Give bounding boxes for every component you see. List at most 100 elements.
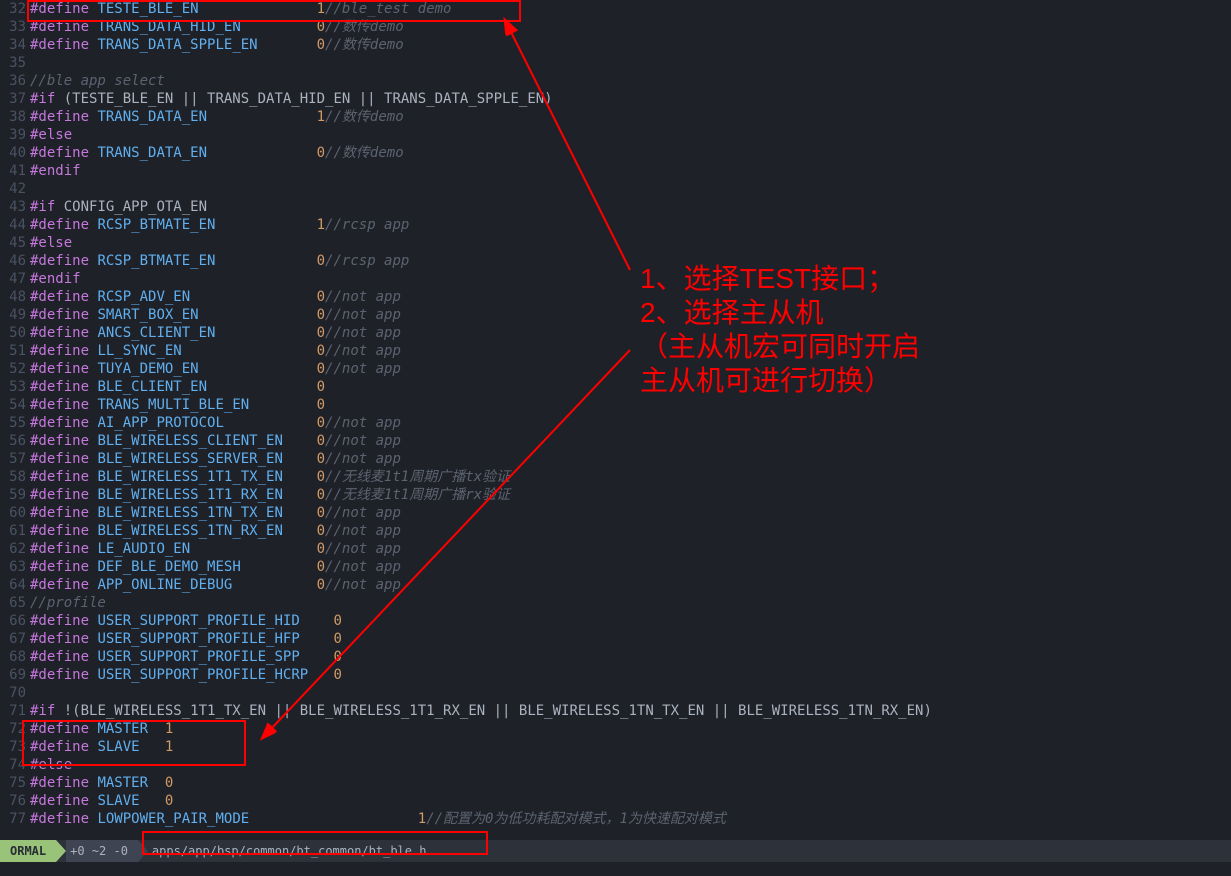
line-number: 34 [0,36,30,54]
code-line[interactable]: 74#else [0,756,1231,774]
code-line[interactable]: 73#define SLAVE 1 [0,738,1231,756]
code-line[interactable]: 33#define TRANS_DATA_HID_EN 0//数传demo [0,18,1231,36]
code-line[interactable]: 51#define LL_SYNC_EN 0//not app [0,342,1231,360]
code-content[interactable]: #define USER_SUPPORT_PROFILE_HID 0 [30,612,1231,630]
code-content[interactable]: #define TUYA_DEMO_EN 0//not app [30,360,1231,378]
code-content[interactable]: #endif [30,162,1231,180]
code-editor[interactable]: 32#define TESTE_BLE_EN 1//ble_test demo3… [0,0,1231,876]
line-number: 52 [0,360,30,378]
code-line[interactable]: 72#define MASTER 1 [0,720,1231,738]
code-content[interactable]: #define TRANS_MULTI_BLE_EN 0 [30,396,1231,414]
code-content[interactable]: #define LOWPOWER_PAIR_MODE 1//配置为0为低功耗配对… [30,810,1231,828]
code-content[interactable]: #define USER_SUPPORT_PROFILE_SPP 0 [30,648,1231,666]
code-line[interactable]: 64#define APP_ONLINE_DEBUG 0//not app [0,576,1231,594]
code-content[interactable]: #define BLE_WIRELESS_SERVER_EN 0//not ap… [30,450,1231,468]
code-line[interactable]: 55#define AI_APP_PROTOCOL 0//not app [0,414,1231,432]
code-content[interactable]: #define TRANS_DATA_EN 1//数传demo [30,108,1231,126]
line-number: 70 [0,684,30,702]
code-line[interactable]: 61#define BLE_WIRELESS_1TN_RX_EN 0//not … [0,522,1231,540]
code-content[interactable]: #define BLE_WIRELESS_1TN_RX_EN 0//not ap… [30,522,1231,540]
code-line[interactable]: 75#define MASTER 0 [0,774,1231,792]
code-content[interactable]: #define BLE_WIRELESS_CLIENT_EN 0//not ap… [30,432,1231,450]
code-line[interactable]: 71#if !(BLE_WIRELESS_1T1_TX_EN || BLE_WI… [0,702,1231,720]
code-line[interactable]: 59#define BLE_WIRELESS_1T1_RX_EN 0//无线麦1… [0,486,1231,504]
code-line[interactable]: 36//ble app select [0,72,1231,90]
code-content[interactable]: #define RCSP_BTMATE_EN 1//rcsp app [30,216,1231,234]
code-content[interactable]: #if CONFIG_APP_OTA_EN [30,198,1231,216]
code-content[interactable]: #define DEF_BLE_DEMO_MESH 0//not app [30,558,1231,576]
code-line[interactable]: 47#endif [0,270,1231,288]
code-line[interactable]: 37#if (TESTE_BLE_EN || TRANS_DATA_HID_EN… [0,90,1231,108]
code-content[interactable] [30,684,1231,702]
code-line[interactable]: 44#define RCSP_BTMATE_EN 1//rcsp app [0,216,1231,234]
code-line[interactable]: 67#define USER_SUPPORT_PROFILE_HFP 0 [0,630,1231,648]
code-line[interactable]: 77#define LOWPOWER_PAIR_MODE 1//配置为0为低功耗… [0,810,1231,828]
code-content[interactable]: #define BLE_WIRELESS_1T1_TX_EN 0//无线麦1t1… [30,468,1231,486]
code-line[interactable]: 46#define RCSP_BTMATE_EN 0//rcsp app [0,252,1231,270]
code-line[interactable]: 76#define SLAVE 0 [0,792,1231,810]
code-content[interactable]: #if (TESTE_BLE_EN || TRANS_DATA_HID_EN |… [30,90,1231,108]
code-content[interactable]: //profile [30,594,1231,612]
code-content[interactable]: #define RCSP_BTMATE_EN 0//rcsp app [30,252,1231,270]
code-line[interactable]: 32#define TESTE_BLE_EN 1//ble_test demo [0,0,1231,18]
code-line[interactable]: 50#define ANCS_CLIENT_EN 0//not app [0,324,1231,342]
code-content[interactable]: #define SLAVE 1 [30,738,1231,756]
code-content[interactable]: #define BLE_WIRELESS_1T1_RX_EN 0//无线麦1t1… [30,486,1231,504]
code-content[interactable]: #else [30,234,1231,252]
code-content[interactable]: #define TRANS_DATA_SPPLE_EN 0//数传demo [30,36,1231,54]
code-line[interactable]: 52#define TUYA_DEMO_EN 0//not app [0,360,1231,378]
code-content[interactable]: #define RCSP_ADV_EN 0//not app [30,288,1231,306]
code-content[interactable]: #define USER_SUPPORT_PROFILE_HFP 0 [30,630,1231,648]
code-line[interactable]: 34#define TRANS_DATA_SPPLE_EN 0//数传demo [0,36,1231,54]
line-number: 32 [0,0,30,18]
code-line[interactable]: 40#define TRANS_DATA_EN 0//数传demo [0,144,1231,162]
code-content[interactable]: #if !(BLE_WIRELESS_1T1_TX_EN || BLE_WIRE… [30,702,1231,720]
code-line[interactable]: 53#define BLE_CLIENT_EN 0 [0,378,1231,396]
code-content[interactable] [30,180,1231,198]
code-line[interactable]: 54#define TRANS_MULTI_BLE_EN 0 [0,396,1231,414]
status-git: +0 ~2 -0 [66,840,138,862]
code-content[interactable]: #define SLAVE 0 [30,792,1231,810]
code-line[interactable]: 70 [0,684,1231,702]
code-content[interactable]: #define TRANS_DATA_HID_EN 0//数传demo [30,18,1231,36]
code-line[interactable]: 41#endif [0,162,1231,180]
code-line[interactable]: 58#define BLE_WIRELESS_1T1_TX_EN 0//无线麦1… [0,468,1231,486]
code-line[interactable]: 62#define LE_AUDIO_EN 0//not app [0,540,1231,558]
code-content[interactable]: #define LL_SYNC_EN 0//not app [30,342,1231,360]
code-content[interactable]: #define ANCS_CLIENT_EN 0//not app [30,324,1231,342]
code-content[interactable]: #define AI_APP_PROTOCOL 0//not app [30,414,1231,432]
code-content[interactable]: //ble app select [30,72,1231,90]
code-content[interactable]: #define MASTER 1 [30,720,1231,738]
code-line[interactable]: 42 [0,180,1231,198]
code-content[interactable]: #define TRANS_DATA_EN 0//数传demo [30,144,1231,162]
code-line[interactable]: 48#define RCSP_ADV_EN 0//not app [0,288,1231,306]
code-line[interactable]: 57#define BLE_WIRELESS_SERVER_EN 0//not … [0,450,1231,468]
code-line[interactable]: 35 [0,54,1231,72]
code-area[interactable]: 32#define TESTE_BLE_EN 1//ble_test demo3… [0,0,1231,840]
code-content[interactable]: #define BLE_WIRELESS_1TN_TX_EN 0//not ap… [30,504,1231,522]
line-number: 62 [0,540,30,558]
code-line[interactable]: 65//profile [0,594,1231,612]
code-line[interactable]: 38#define TRANS_DATA_EN 1//数传demo [0,108,1231,126]
code-content[interactable]: #else [30,126,1231,144]
code-line[interactable]: 69#define USER_SUPPORT_PROFILE_HCRP 0 [0,666,1231,684]
code-line[interactable]: 39#else [0,126,1231,144]
code-line[interactable]: 68#define USER_SUPPORT_PROFILE_SPP 0 [0,648,1231,666]
code-content[interactable]: #define SMART_BOX_EN 0//not app [30,306,1231,324]
code-content[interactable]: #define MASTER 0 [30,774,1231,792]
code-content[interactable]: #define USER_SUPPORT_PROFILE_HCRP 0 [30,666,1231,684]
code-content[interactable]: #endif [30,270,1231,288]
code-content[interactable] [30,54,1231,72]
code-line[interactable]: 66#define USER_SUPPORT_PROFILE_HID 0 [0,612,1231,630]
code-content[interactable]: #define LE_AUDIO_EN 0//not app [30,540,1231,558]
code-line[interactable]: 60#define BLE_WIRELESS_1TN_TX_EN 0//not … [0,504,1231,522]
code-content[interactable]: #define TESTE_BLE_EN 1//ble_test demo [30,0,1231,18]
code-content[interactable]: #else [30,756,1231,774]
code-content[interactable]: #define APP_ONLINE_DEBUG 0//not app [30,576,1231,594]
code-line[interactable]: 56#define BLE_WIRELESS_CLIENT_EN 0//not … [0,432,1231,450]
code-content[interactable]: #define BLE_CLIENT_EN 0 [30,378,1231,396]
code-line[interactable]: 63#define DEF_BLE_DEMO_MESH 0//not app [0,558,1231,576]
code-line[interactable]: 45#else [0,234,1231,252]
code-line[interactable]: 49#define SMART_BOX_EN 0//not app [0,306,1231,324]
code-line[interactable]: 43#if CONFIG_APP_OTA_EN [0,198,1231,216]
